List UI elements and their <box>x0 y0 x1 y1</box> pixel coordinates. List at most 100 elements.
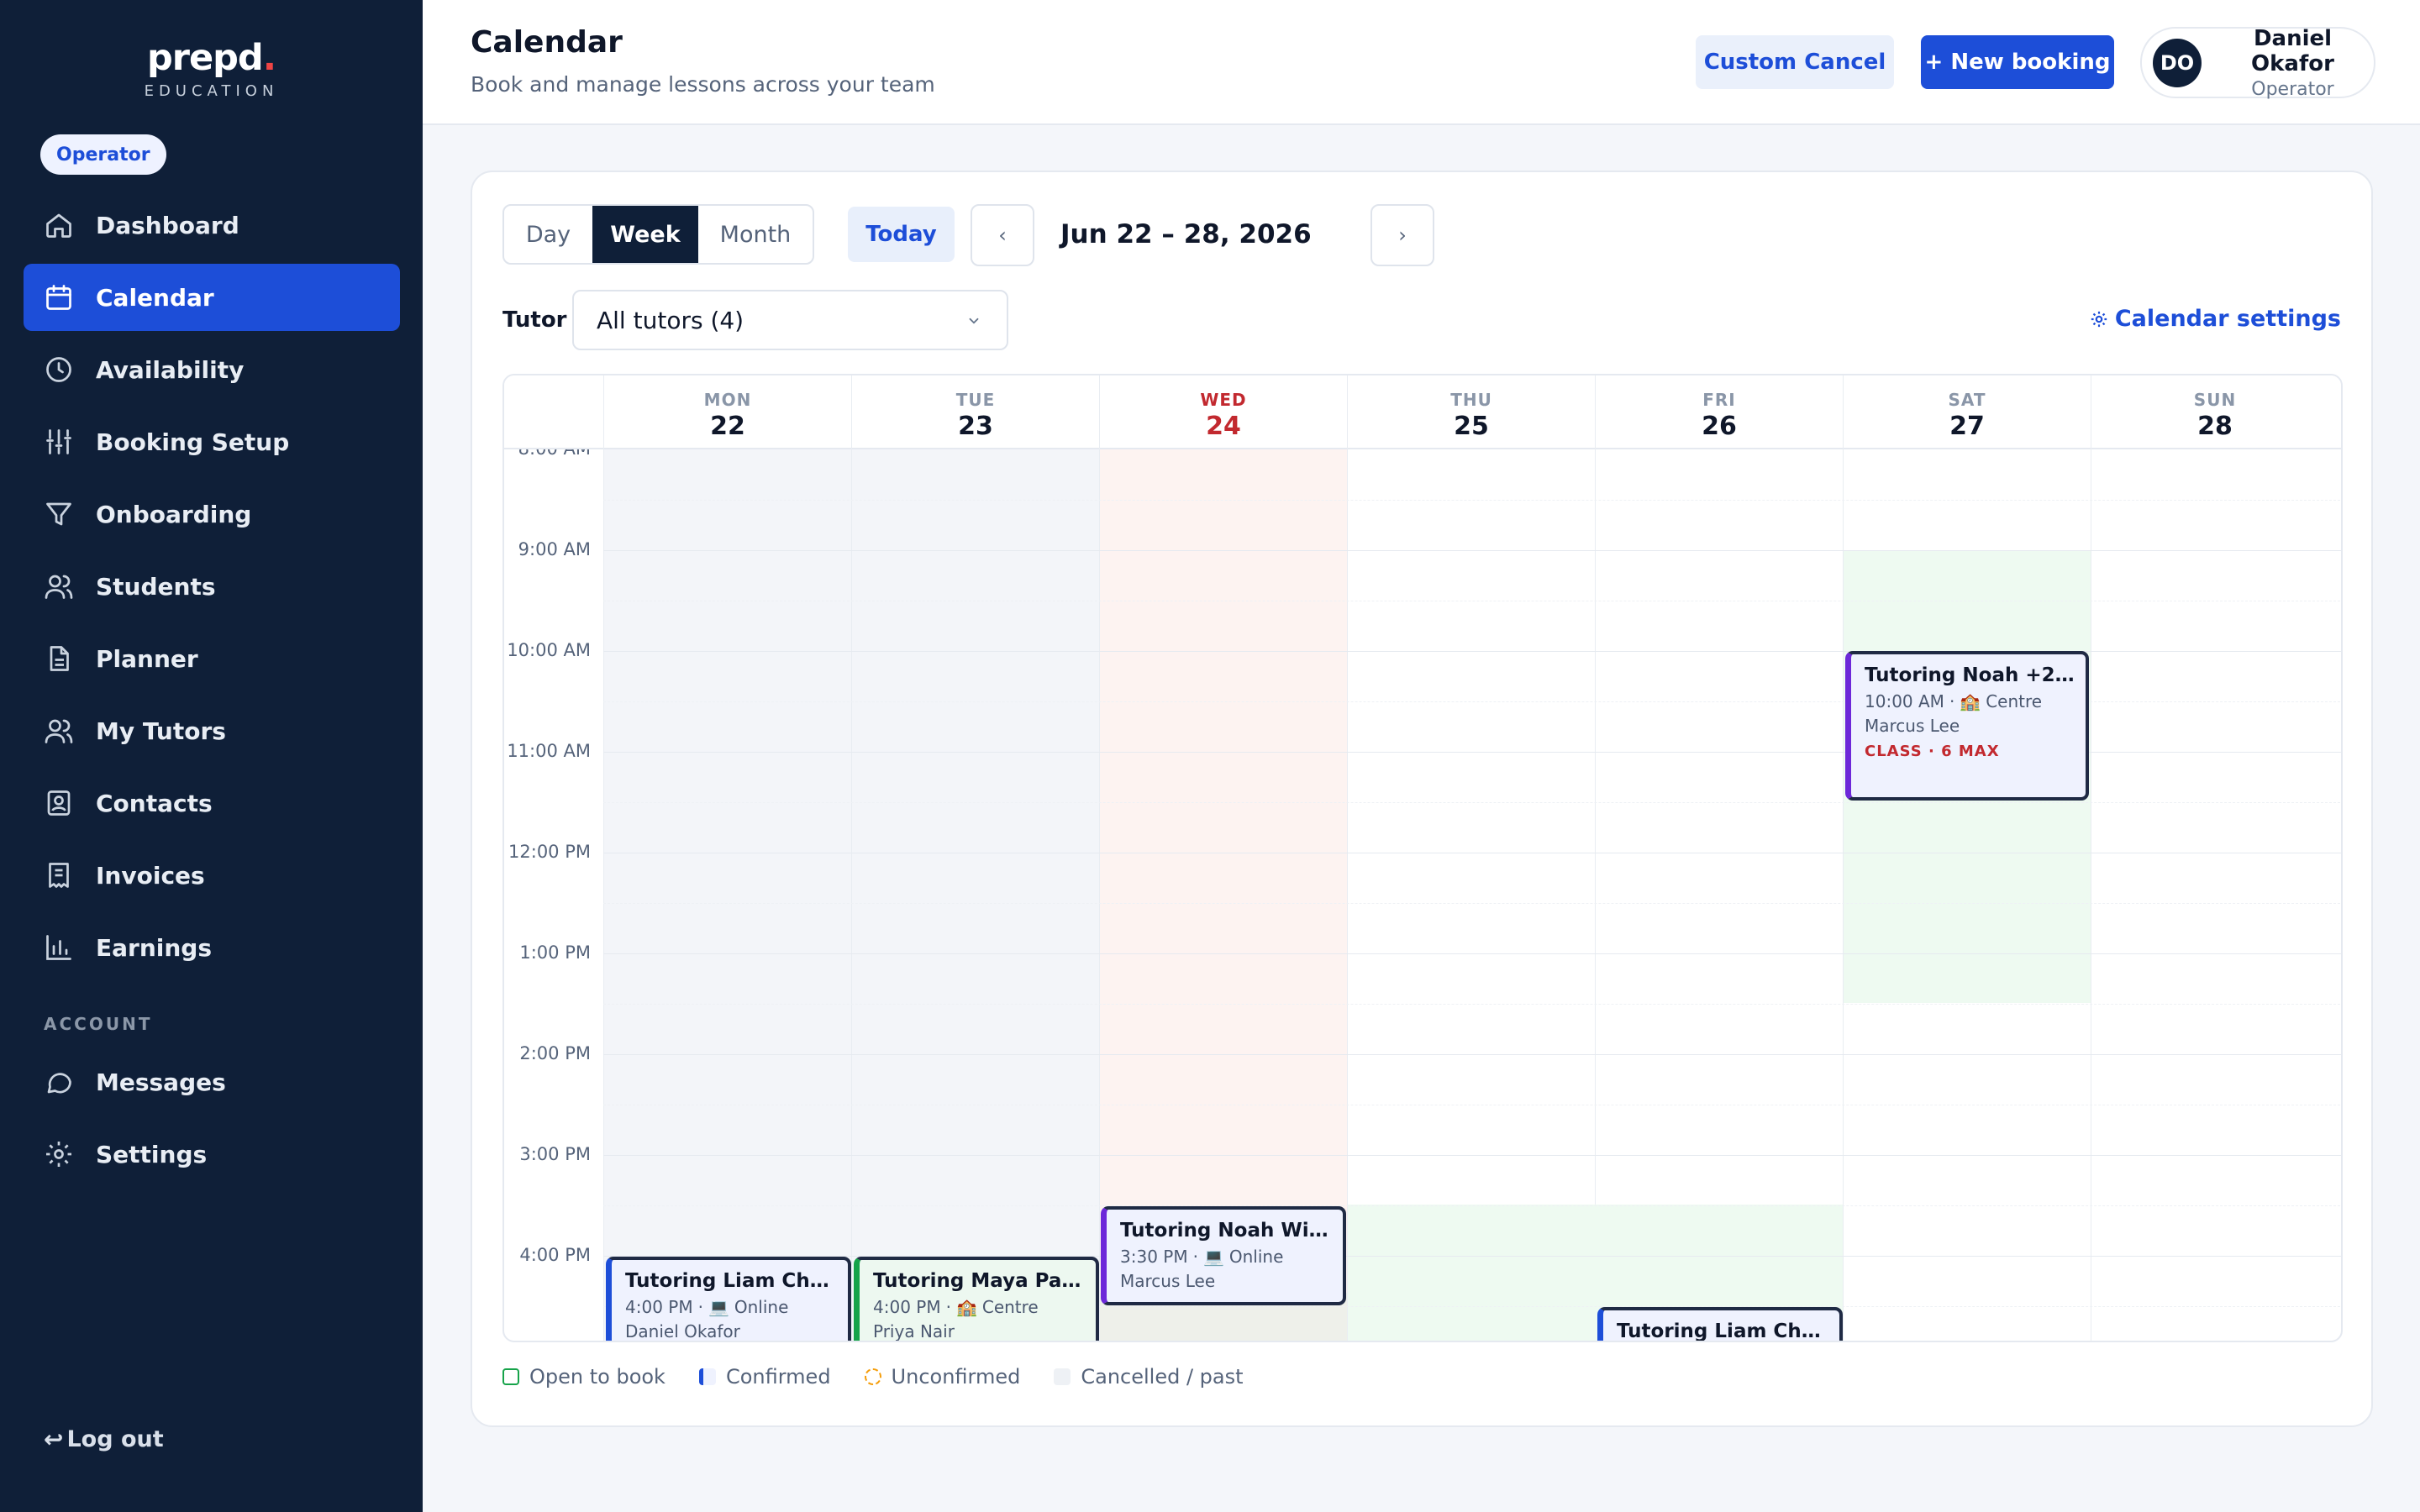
brand-dot: . <box>262 37 276 79</box>
event-time: 4:00 PM <box>625 1297 693 1317</box>
day-header-sat[interactable]: SAT 27 <box>1843 375 2091 449</box>
event-time: 10:00 AM <box>1865 691 1944 711</box>
tutor-select[interactable]: All tutors (4) <box>572 290 1008 350</box>
clock-icon <box>46 357 71 382</box>
logout-link[interactable]: ↩ Log out <box>44 1425 164 1453</box>
legend-open: Open to book <box>502 1365 666 1389</box>
sidebar-item-contacts[interactable]: Contacts <box>24 769 400 837</box>
brand-name: prepd <box>146 37 264 79</box>
sidebar-item-label: Planner <box>96 644 198 673</box>
day-header-wed[interactable]: WED 24 <box>1099 375 1347 449</box>
event-tutor: Daniel Okafor <box>625 1321 740 1341</box>
sidebar-item-messages[interactable]: Messages <box>24 1048 400 1116</box>
sidebar-item-label: Earnings <box>96 933 213 962</box>
view-week-button[interactable]: Week <box>592 206 698 263</box>
sidebar-item-my-tutors[interactable]: My Tutors <box>24 697 400 764</box>
day-column-mon[interactable] <box>603 449 851 1341</box>
logout-icon: ↩ <box>44 1425 64 1453</box>
document-icon <box>50 646 69 671</box>
event-title: Tutoring Noah +2 | M... <box>1865 664 2086 686</box>
day-of-week: WED <box>1200 390 1247 410</box>
sidebar-item-availability[interactable]: Availability <box>24 336 400 403</box>
chevron-down-icon <box>969 318 979 324</box>
day-column-tue[interactable] <box>851 449 1099 1341</box>
calendar-settings-label: Calendar settings <box>2114 306 2341 332</box>
booking-event[interactable]: Tutoring Noah Willia... 3:30 PM · 💻 Onli… <box>1101 1206 1346 1305</box>
booking-event[interactable]: Tutoring Liam Chen | ... <box>1597 1307 1843 1342</box>
legend-label: Unconfirmed <box>891 1365 1021 1389</box>
booking-event[interactable]: Tutoring Noah +2 | M... 10:00 AM · 🏫 Cen… <box>1845 651 2089 801</box>
brand-logo[interactable]: prepd. EDUCATION <box>0 37 423 100</box>
account-section-label: ACCOUNT <box>44 1014 153 1034</box>
booking-event[interactable]: Tutoring Liam Chen | ... 4:00 PM · 💻 Onl… <box>606 1257 851 1341</box>
sidebar-item-label: Invoices <box>96 861 205 890</box>
time-label: 1:00 PM <box>519 942 591 963</box>
prev-week-button[interactable]: ‹ <box>971 204 1034 266</box>
sidebar-item-students[interactable]: Students <box>24 553 400 620</box>
calendar-card: Day Week Month Today ‹ Jun 22 – 28, 2026… <box>471 171 2373 1427</box>
day-header-row: MON 22 TUE 23 WED 24 THU 25 FRI 26 SAT 2… <box>504 375 2341 449</box>
sidebar-item-onboarding[interactable]: Onboarding <box>24 480 400 548</box>
custom-cancel-button[interactable]: Custom Cancel <box>1696 35 1894 89</box>
today-button[interactable]: Today <box>848 207 955 262</box>
laptop-icon: 💻 <box>708 1297 729 1317</box>
sidebar-item-settings[interactable]: Settings <box>24 1121 400 1188</box>
time-grid: 8:00 AM 9:00 AM 10:00 AM 11:00 AM 12:00 … <box>504 449 2341 1342</box>
view-month-button[interactable]: Month <box>698 206 813 263</box>
sidebar: prepd. EDUCATION Operator Dashboard Cale… <box>0 0 423 1512</box>
brand-subtitle: EDUCATION <box>144 82 279 100</box>
event-mode: Centre <box>1986 691 2043 711</box>
day-of-week: SAT <box>1948 390 1986 410</box>
day-header-mon[interactable]: MON 22 <box>603 375 851 449</box>
day-number: 26 <box>1702 412 1737 441</box>
account-nav: Messages Settings <box>24 1048 400 1193</box>
contact-card-icon <box>47 790 71 816</box>
day-header-thu[interactable]: THU 25 <box>1347 375 1595 449</box>
legend-swatch <box>864 1368 881 1385</box>
time-label: 8:00 AM <box>504 449 591 459</box>
legend: Open to book Confirmed Unconfirmed Cance… <box>502 1365 1277 1389</box>
sidebar-item-label: Onboarding <box>96 500 252 528</box>
day-number: 28 <box>2197 412 2233 441</box>
day-column-sun[interactable] <box>2091 449 2338 1341</box>
day-header-tue[interactable]: TUE 23 <box>851 375 1099 449</box>
user-menu[interactable]: DO Daniel Okafor Operator <box>2140 26 2375 100</box>
event-title: Tutoring Noah Willia... <box>1120 1220 1343 1242</box>
main-nav: Dashboard Calendar Availability Booking … <box>24 192 400 986</box>
day-of-week: THU <box>1450 390 1492 410</box>
legend-swatch <box>502 1368 519 1385</box>
new-booking-button[interactable]: + New booking <box>1921 35 2114 89</box>
legend-label: Open to book <box>529 1365 666 1389</box>
event-tutor: Priya Nair <box>873 1321 955 1341</box>
view-day-button[interactable]: Day <box>504 206 592 263</box>
time-label: 9:00 AM <box>518 539 591 559</box>
legend-cancelled: Cancelled / past <box>1054 1365 1244 1389</box>
calendar-settings-link[interactable]: Calendar settings <box>2090 306 2341 332</box>
legend-label: Confirmed <box>725 1365 831 1389</box>
event-mode: Centre <box>981 1297 1039 1317</box>
time-label: 11:00 AM <box>507 741 591 761</box>
sidebar-item-calendar[interactable]: Calendar <box>24 264 400 331</box>
chevron-right-icon: › <box>1398 223 1407 247</box>
home-icon <box>46 213 71 238</box>
event-time: 3:30 PM <box>1120 1247 1188 1267</box>
day-number: 25 <box>1454 412 1489 441</box>
users-icon <box>45 719 73 743</box>
sliders-icon <box>46 429 71 454</box>
page-title: Calendar <box>471 25 623 60</box>
sidebar-item-label: Messages <box>96 1068 226 1096</box>
booking-event[interactable]: Tutoring Maya Patel |... 4:00 PM · 🏫 Cen… <box>854 1257 1099 1341</box>
day-header-sun[interactable]: SUN 28 <box>2091 375 2338 449</box>
school-building-icon: 🏫 <box>1960 691 1981 711</box>
sidebar-item-booking-setup[interactable]: Booking Setup <box>24 408 400 475</box>
sidebar-item-invoices[interactable]: Invoices <box>24 842 400 909</box>
event-tutor: Marcus Lee <box>1865 716 1960 736</box>
sidebar-item-dashboard[interactable]: Dashboard <box>24 192 400 259</box>
calendar-icon <box>46 285 71 310</box>
event-title: Tutoring Liam Chen | ... <box>625 1270 848 1292</box>
day-header-fri[interactable]: FRI 26 <box>1595 375 1843 449</box>
next-week-button[interactable]: › <box>1370 204 1434 266</box>
sidebar-item-planner[interactable]: Planner <box>24 625 400 692</box>
event-title: Tutoring Liam Chen | ... <box>1617 1320 1839 1342</box>
sidebar-item-earnings[interactable]: Earnings <box>24 914 400 981</box>
